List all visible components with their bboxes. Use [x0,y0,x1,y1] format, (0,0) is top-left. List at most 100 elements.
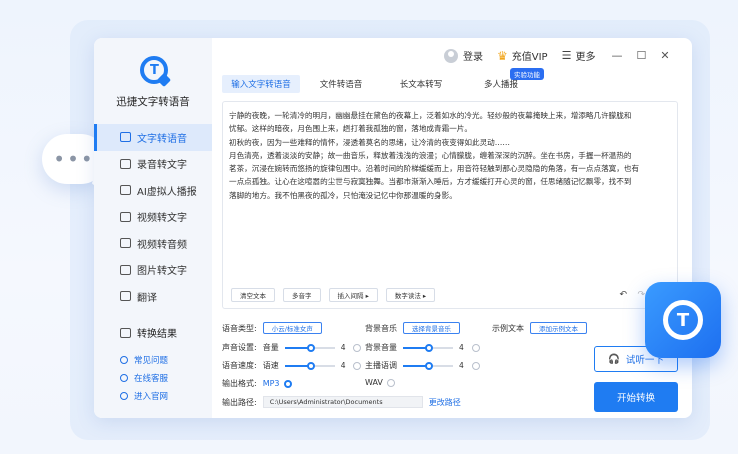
format-wav-row: WAV [365,378,395,387]
window-controls: — ☐ ✕ [611,49,669,62]
headphones-icon: 🎧 [608,353,620,365]
voice-type-select[interactable]: 小云/标准女声 [262,322,322,334]
number-reading-button[interactable]: 数字读法 ▸ [385,288,436,302]
volume-value: 4 [340,343,346,352]
help-link-label: 常见问题 [134,356,169,366]
sidebar-item-ai-avatar[interactable]: AI虚拟人播报 [94,177,212,204]
bg-volume-row: 背景音量 4 [365,342,480,353]
polyphone-button[interactable]: 多音字 [283,288,321,302]
editor-line: 月色清亮，透着淡淡的安静；故一曲音乐，释放着浅浅的浪漫；心情朦胧，缠着深深的沉醉… [229,150,632,160]
editor-line: 初秋的夜，因为一些难释的情怀，浸透着莫名的思绪，让冷清的夜变得如此灵动…… [229,137,510,147]
sound-label: 声音设置: [222,343,257,352]
text-to-speech-icon [120,132,131,143]
image-icon [120,264,131,275]
home-icon [120,392,128,400]
tone-slider[interactable] [403,361,453,370]
sidebar-item-label: 文字转语音 [137,133,187,145]
sound-row: 声音设置: 音量 4 [222,342,362,353]
app-logo-icon: T [663,300,703,340]
sidebar-item-text-to-speech[interactable]: 文字转语音 [94,124,212,151]
sidebar-item-convert-results[interactable]: 转换结果 [120,325,177,340]
change-path-link[interactable]: 更改路径 [429,397,461,408]
sidebar-item-label: 视频转音频 [137,239,187,251]
sidebar-item-video-to-audio[interactable]: 视频转音频 [94,230,212,257]
format-wav-radio[interactable] [386,378,395,387]
sidebar-item-video-to-text[interactable]: 视频转文字 [94,204,212,231]
clear-text-button[interactable]: 清空文本 [231,288,275,302]
close-icon[interactable]: ✕ [660,49,669,62]
bgm-select[interactable]: 选择背景音乐 [403,322,460,334]
help-link-faq[interactable]: 常见问题 [120,351,168,369]
rate-value: 4 [340,361,346,370]
volume-reset-icon[interactable] [353,343,362,352]
editor-line: 忧郁。这样的暗夜，月色围上来，趔打着我孤独的窗，落地成青霜一片。 [229,124,472,134]
sample-row: 示例文本 添加示例文本 [492,322,587,334]
sidebar-item-label: 翻译 [137,292,157,304]
help-link-support[interactable]: 在线客服 [120,369,168,387]
app-icon: T [645,282,721,358]
rate-reset-icon[interactable] [353,361,362,370]
redo-icon[interactable]: ↷ [637,290,645,300]
tone-value: 4 [459,361,464,370]
video-text-icon [120,211,131,222]
rate-slider[interactable] [284,361,335,370]
vip-button[interactable]: 充值VIP [512,48,548,63]
bg-volume-label: 背景音量 [365,343,397,352]
bg-volume-value: 4 [459,343,464,352]
slider-knob[interactable] [306,361,315,370]
format-mp3-radio[interactable] [283,379,292,388]
output-path-field[interactable]: C:\Users\Administrator\Documents [262,396,423,408]
translate-icon [120,291,131,302]
slider-knob[interactable] [425,361,433,370]
app-name: 迅捷文字转语音 [116,96,190,108]
format-row: 输出格式: MP3 [222,378,292,389]
bgm-row: 背景音乐 选择背景音乐 [365,322,460,334]
insert-pause-button[interactable]: 插入间隔 ▸ [328,288,378,302]
sample-select[interactable]: 添加示例文本 [530,322,587,334]
slider-knob[interactable] [425,343,433,352]
editor-line: 一点点孤独。让心在这喧嚣的尘世与寂寞独舞。当都市渐渐入睡后，方才缓缓打开心灵的窗… [229,177,632,187]
path-row: 输出路径: C:\Users\Administrator\Documents 更… [222,396,461,408]
text-editor[interactable]: 宁静的夜晚，一轮清冷的明月，幽幽悬挂在黛色的夜幕上，泛着如水的冷光。轻纱般的夜幕… [222,101,678,309]
volume-slider[interactable] [284,343,335,352]
tone-reset-icon[interactable] [471,361,480,370]
tab-multi-speaker[interactable]: 多人播报 [462,75,540,93]
sidebar-item-label: 视频转文字 [137,213,187,225]
app-window: T 迅捷文字转语音 文字转语音 录音转文字 AI虚拟人播报 视频转文字 视频转音… [94,38,692,418]
format-wav-label: WAV [365,378,383,387]
editor-line: 茗茶，沉浸在婉转而悠扬的旋律包围中。沿着时间的阶梯缓缓而上，用音符轻触到那心灵隐… [229,164,640,174]
slider-knob[interactable] [306,343,315,352]
sidebar-item-recording-to-text[interactable]: 录音转文字 [94,151,212,178]
format-label: 输出格式: [222,379,257,388]
editor-content: 宁静的夜晚，一轮清冷的明月，幽幽悬挂在黛色的夜幕上，泛着如水的冷光。轻纱般的夜幕… [229,109,671,202]
sample-label: 示例文本 [492,323,524,333]
bg-volume-reset-icon[interactable] [471,343,480,352]
more-menu[interactable]: 更多 [575,48,595,63]
tab-input-text[interactable]: 输入文字转语音 [222,75,300,93]
speed-row: 语音速度: 语速 4 [222,360,362,371]
video-audio-icon [120,238,131,249]
sidebar-nav: 文字转语音 录音转文字 AI虚拟人播报 视频转文字 视频转音频 图片转文字 翻译 [94,124,212,310]
top-bar: 登录 ♛ 充值VIP ☰ 更多 — ☐ ✕ [444,48,670,63]
start-convert-label: 开始转换 [616,393,655,404]
bg-volume-slider[interactable] [403,343,453,352]
voice-type-row: 语音类型: 小云/标准女声 [222,322,322,334]
login-link[interactable]: 登录 [463,48,483,63]
editor-line: 宁静的夜晚，一轮清冷的明月，幽幽悬挂在黛色的夜幕上，泛着如水的冷光。轻纱般的夜幕… [229,111,632,120]
sidebar-item-translate[interactable]: 翻译 [94,283,212,310]
tab-bar: 输入文字转语音 文件转语音 长文本转写 多人播报 [222,75,542,93]
help-link-website[interactable]: 进入官网 [120,387,168,405]
minimize-icon[interactable]: — [611,49,622,62]
start-convert-button[interactable]: 开始转换 [594,382,678,412]
tab-file-to-speech[interactable]: 文件转语音 [302,75,380,93]
sidebar-item-label: 转换结果 [137,329,177,340]
undo-icon[interactable]: ↶ [619,290,627,300]
voice-type-label: 语音类型: [222,323,257,333]
ai-avatar-icon [120,185,131,196]
tab-long-text[interactable]: 长文本转写 [382,75,460,93]
sidebar-item-label: 录音转文字 [137,160,187,172]
help-link-label: 进入官网 [134,392,169,402]
sidebar-item-image-to-text[interactable]: 图片转文字 [94,257,212,284]
maximize-icon[interactable]: ☐ [636,49,646,62]
format-mp3-label: MP3 [262,379,280,388]
